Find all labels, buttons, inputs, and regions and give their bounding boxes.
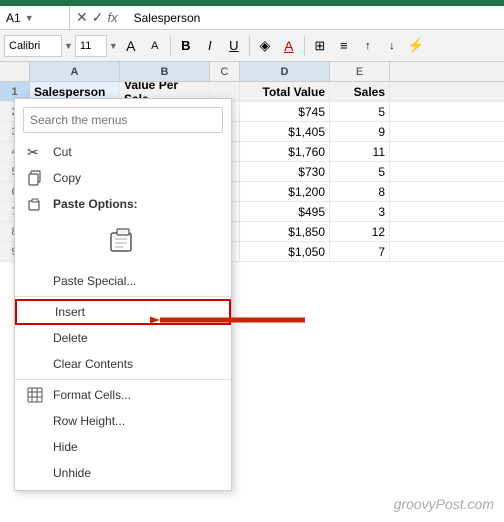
clear-contents-label: Clear Contents bbox=[53, 357, 133, 371]
row-height-label: Row Height... bbox=[53, 414, 125, 428]
context-menu: ✂ Cut Copy Paste Options: bbox=[14, 98, 232, 491]
separator-1 bbox=[170, 36, 171, 56]
cell-d8[interactable]: $1,850 bbox=[240, 222, 330, 241]
confirm-icon: ✓ bbox=[92, 9, 104, 26]
column-headers: A B C D E bbox=[0, 62, 504, 82]
highlight-button[interactable]: ⚡ bbox=[405, 35, 427, 57]
font-name-input[interactable] bbox=[4, 35, 62, 57]
menu-item-unhide[interactable]: Unhide bbox=[15, 460, 231, 486]
watermark: groovyPost.com bbox=[394, 496, 494, 512]
copy-icon bbox=[27, 170, 47, 186]
cell-e5[interactable]: 5 bbox=[330, 162, 390, 181]
paste-big-icon bbox=[107, 223, 139, 262]
paste-special-label: Paste Special... bbox=[53, 274, 136, 288]
copy-label: Copy bbox=[53, 171, 81, 185]
menu-item-paste-options[interactable]: Paste Options: bbox=[15, 191, 231, 217]
col-header-c[interactable]: C bbox=[210, 62, 240, 81]
cell-d1[interactable]: Total Value bbox=[240, 82, 330, 101]
cell-e1[interactable]: Sales bbox=[330, 82, 390, 101]
menu-separator-1 bbox=[15, 296, 231, 297]
underline-button[interactable]: U bbox=[223, 35, 245, 57]
font-color-icon: A bbox=[284, 38, 293, 54]
cell-e9[interactable]: 7 bbox=[330, 242, 390, 261]
format-cells-icon bbox=[27, 387, 47, 403]
col-header-e[interactable]: E bbox=[330, 62, 390, 81]
formula-bar: A1 ▼ ✕ ✓ fx Salesperson bbox=[0, 6, 504, 30]
formula-content[interactable]: Salesperson bbox=[128, 11, 207, 25]
menu-item-copy[interactable]: Copy bbox=[15, 165, 231, 191]
col-header-d[interactable]: D bbox=[240, 62, 330, 81]
font-color-button[interactable]: A bbox=[278, 35, 300, 57]
align-button[interactable]: ≡ bbox=[333, 35, 355, 57]
col-header-b[interactable]: B bbox=[120, 62, 210, 81]
increase-font-btn[interactable]: A bbox=[120, 35, 142, 57]
cut-icon: ✂ bbox=[27, 144, 47, 161]
unhide-label: Unhide bbox=[53, 466, 91, 480]
menu-item-paste-special[interactable]: Paste Special... bbox=[15, 268, 231, 294]
paste-options-label: Paste Options: bbox=[53, 197, 138, 211]
cell-d5[interactable]: $730 bbox=[240, 162, 330, 181]
paste-icon-row[interactable] bbox=[15, 217, 231, 268]
italic-button[interactable]: I bbox=[199, 35, 221, 57]
cell-d7[interactable]: $495 bbox=[240, 202, 330, 221]
cell-ref-value: A1 bbox=[6, 11, 21, 25]
cell-reference-box[interactable]: A1 ▼ bbox=[0, 6, 70, 29]
formula-bar-icons: ✕ ✓ fx bbox=[70, 9, 128, 26]
cell-d3[interactable]: $1,405 bbox=[240, 122, 330, 141]
cell-e3[interactable]: 9 bbox=[330, 122, 390, 141]
cell-d6[interactable]: $1,200 bbox=[240, 182, 330, 201]
row-num-header bbox=[0, 62, 30, 81]
cell-d9[interactable]: $1,050 bbox=[240, 242, 330, 261]
menu-item-row-height[interactable]: Row Height... bbox=[15, 408, 231, 434]
cell-d4[interactable]: $1,760 bbox=[240, 142, 330, 161]
col-header-a[interactable]: A bbox=[30, 62, 120, 81]
menu-separator-2 bbox=[15, 379, 231, 380]
cancel-icon: ✕ bbox=[76, 9, 88, 26]
decrease-font-btn[interactable]: A bbox=[144, 35, 166, 57]
borders-button[interactable]: ⊞ bbox=[309, 35, 331, 57]
separator-3 bbox=[304, 36, 305, 56]
toolbar: ▼ ▼ A A B I U ◈ A ⊞ ≡ ↑ ↓ ⚡ bbox=[0, 30, 504, 62]
paste-options-icon bbox=[27, 196, 47, 212]
fill-color-icon: ◈ bbox=[259, 37, 270, 54]
font-controls: ▼ ▼ bbox=[4, 35, 118, 57]
watermark-text: groovyPost.com bbox=[394, 496, 494, 512]
font-size-arrow: ▼ bbox=[109, 41, 118, 51]
fx-icon: fx bbox=[107, 10, 117, 25]
menu-item-clear-contents[interactable]: Clear Contents bbox=[15, 351, 231, 377]
increase-indent-btn[interactable]: ↑ bbox=[357, 35, 379, 57]
menu-search-input[interactable] bbox=[23, 107, 223, 133]
cell-d2[interactable]: $745 bbox=[240, 102, 330, 121]
cell-e2[interactable]: 5 bbox=[330, 102, 390, 121]
separator-2 bbox=[249, 36, 250, 56]
format-cells-label: Format Cells... bbox=[53, 388, 131, 402]
cell-e7[interactable]: 3 bbox=[330, 202, 390, 221]
menu-item-insert[interactable]: Insert bbox=[15, 299, 231, 325]
menu-item-cut[interactable]: ✂ Cut bbox=[15, 139, 231, 165]
menu-item-delete[interactable]: Delete bbox=[15, 325, 231, 351]
font-size-input[interactable] bbox=[75, 35, 107, 57]
hide-label: Hide bbox=[53, 440, 78, 454]
insert-label: Insert bbox=[55, 305, 85, 319]
decrease-indent-btn[interactable]: ↓ bbox=[381, 35, 403, 57]
menu-item-format-cells[interactable]: Format Cells... bbox=[15, 382, 231, 408]
menu-item-hide[interactable]: Hide bbox=[15, 434, 231, 460]
bold-button[interactable]: B bbox=[175, 35, 197, 57]
cell-e4[interactable]: 11 bbox=[330, 142, 390, 161]
fill-color-button[interactable]: ◈ bbox=[254, 35, 276, 57]
cell-ref-arrow-icon: ▼ bbox=[25, 13, 34, 23]
cell-e8[interactable]: 12 bbox=[330, 222, 390, 241]
cut-label: Cut bbox=[53, 145, 72, 159]
cell-e6[interactable]: 8 bbox=[330, 182, 390, 201]
delete-label: Delete bbox=[53, 331, 88, 345]
font-name-arrow: ▼ bbox=[64, 41, 73, 51]
